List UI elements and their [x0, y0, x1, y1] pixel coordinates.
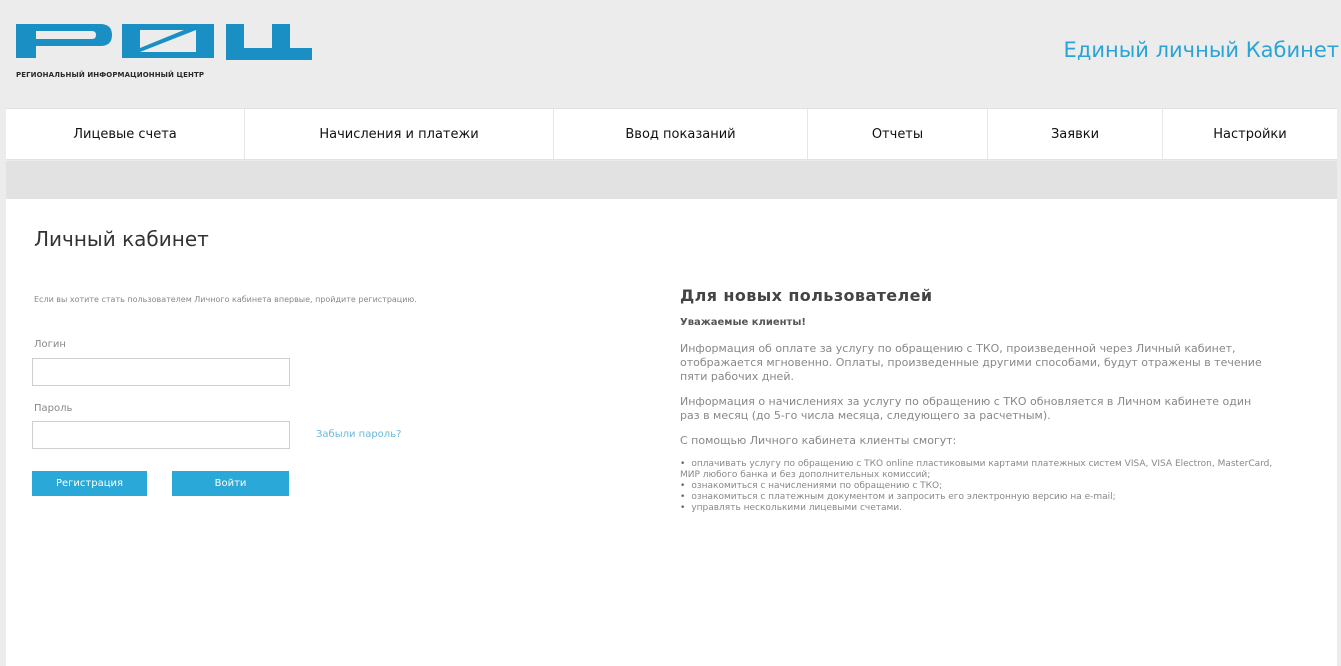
new-users-info: Для новых пользователей Уважаемые клиент… [680, 286, 1300, 514]
login-button[interactable]: Войти [172, 471, 289, 496]
bullet-icon: • [680, 481, 686, 491]
info-title: Для новых пользователей [680, 286, 933, 305]
features-list: • оплачивать услугу по обращению с ТКО on… [680, 459, 1288, 514]
nav-item-requests[interactable]: Заявки [988, 109, 1163, 159]
sub-bar [6, 161, 1337, 199]
nav-item-accounts[interactable]: Лицевые счета [6, 109, 245, 159]
info-paragraph: Информация о начислениях за услугу по об… [680, 395, 1252, 422]
rits-logo[interactable]: РЕГИОНАЛЬНЫЙ ИНФОРМАЦИОННЫЙ ЦЕНТР [14, 22, 334, 82]
list-item: • оплачивать услугу по обращению с ТКО on… [680, 459, 1288, 481]
nav-item-reports[interactable]: Отчеты [808, 109, 988, 159]
list-item: • управлять несколькими лицевыми счетами. [680, 503, 1288, 514]
info-paragraph: Информация об оплате за услугу по обраще… [680, 342, 1262, 383]
header: РЕГИОНАЛЬНЫЙ ИНФОРМАЦИОННЫЙ ЦЕНТР Единый… [0, 0, 1341, 108]
main-nav: Лицевые счета Начисления и платежи Ввод … [6, 108, 1337, 160]
main-content: Личный кабинет Если вы хотите стать поль… [6, 199, 1337, 666]
nav-item-meter-readings[interactable]: Ввод показаний [554, 109, 808, 159]
list-item-text: управлять несколькими лицевыми счетами. [691, 503, 903, 513]
bullet-icon: • [680, 503, 686, 513]
register-button[interactable]: Регистрация [32, 471, 147, 496]
nav-item-settings[interactable]: Настройки [1163, 109, 1337, 159]
list-item-text: ознакомиться с платежным документом и за… [691, 492, 1116, 502]
info-greeting: Уважаемые клиенты! [680, 317, 806, 328]
login-label: Логин [34, 339, 66, 350]
site-title: Единый личный Кабинет [1063, 38, 1339, 62]
page-title: Личный кабинет [34, 227, 209, 251]
bullet-icon: • [680, 459, 686, 469]
list-item-text: ознакомиться с начислениями по обращению… [691, 481, 943, 491]
bullet-icon: • [680, 492, 686, 502]
rits-logo-icon [16, 24, 312, 60]
forgot-password-link[interactable]: Забыли пароль? [316, 429, 401, 440]
logo-caption: РЕГИОНАЛЬНЫЙ ИНФОРМАЦИОННЫЙ ЦЕНТР [16, 71, 205, 79]
registration-hint: Если вы хотите стать пользователем Лично… [34, 295, 417, 304]
password-label: Пароль [34, 403, 73, 414]
info-paragraph: С помощью Личного кабинета клиенты смогу… [680, 434, 957, 447]
login-input[interactable] [32, 358, 290, 386]
list-item-text: оплачивать услугу по обращению с ТКО onl… [680, 459, 1273, 480]
list-item: • ознакомиться с начислениями по обращени… [680, 481, 1288, 492]
password-input[interactable] [32, 421, 290, 449]
list-item: • ознакомиться с платежным документом и з… [680, 492, 1288, 503]
nav-item-charges-payments[interactable]: Начисления и платежи [245, 109, 554, 159]
